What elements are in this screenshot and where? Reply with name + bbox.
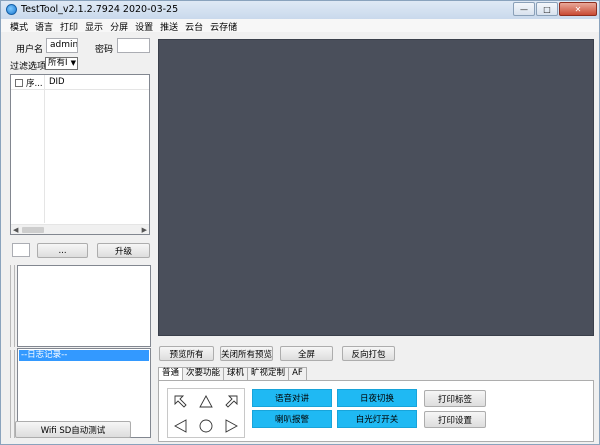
log-output-area[interactable] bbox=[17, 265, 151, 347]
horizontal-scrollbar[interactable]: ◀ ▶ bbox=[11, 224, 149, 234]
device-list-header: 序... DID bbox=[11, 75, 149, 90]
ptz-direction-pad bbox=[167, 388, 245, 438]
day-night-switch-button[interactable]: 日夜切换 bbox=[337, 389, 417, 407]
function-tabs: 普通 次要功能 球机 旷视定制 AF bbox=[158, 367, 307, 381]
arrow-right-icon[interactable] bbox=[220, 416, 242, 436]
menu-language[interactable]: 语言 bbox=[32, 19, 56, 33]
chevron-down-icon: ▼ bbox=[70, 59, 76, 67]
speaker-alarm-button[interactable]: 喇叭报警 bbox=[252, 410, 332, 428]
arrow-up-right-icon[interactable] bbox=[220, 392, 242, 412]
close-all-preview-button[interactable]: 关闭所有预览 bbox=[220, 346, 273, 361]
tab-secondary[interactable]: 次要功能 bbox=[182, 367, 225, 380]
password-label: 密码 bbox=[95, 45, 114, 55]
device-list[interactable]: 序... DID ◀ ▶ bbox=[10, 74, 150, 235]
tab-megvii-custom[interactable]: 旷视定制 bbox=[247, 367, 290, 380]
column-divider bbox=[44, 75, 45, 223]
reverse-pack-button[interactable]: 反向打包 bbox=[342, 346, 395, 361]
menu-print[interactable]: 打印 bbox=[57, 19, 81, 33]
tab-normal[interactable]: 普通 bbox=[158, 367, 184, 381]
column-header-did[interactable]: DID bbox=[49, 77, 65, 87]
username-input[interactable]: admin bbox=[46, 38, 78, 53]
circle-center-icon[interactable] bbox=[195, 416, 217, 436]
preview-all-button[interactable]: 预览所有 bbox=[159, 346, 214, 361]
app-window: TestTool_v2.1.2.7924 2020-03-25 — □ ✕ 模式… bbox=[0, 0, 600, 445]
list-item[interactable]: --日志记录-- bbox=[19, 350, 149, 361]
minimize-button[interactable]: — bbox=[513, 2, 535, 16]
print-label-button[interactable]: 打印标签 bbox=[424, 390, 486, 407]
maximize-button[interactable]: □ bbox=[536, 2, 558, 16]
password-input[interactable] bbox=[117, 38, 150, 53]
arrow-left-icon[interactable] bbox=[170, 416, 192, 436]
arrow-up-icon[interactable] bbox=[195, 392, 217, 412]
menu-push[interactable]: 推送 bbox=[157, 19, 181, 33]
menu-bar: 模式 语言 打印 显示 分屏 设置 推送 云台 云存储 bbox=[1, 19, 599, 33]
voice-intercom-button[interactable]: 语音对讲 bbox=[252, 389, 332, 407]
select-all-checkbox[interactable] bbox=[15, 79, 23, 87]
window-controls: — □ ✕ bbox=[512, 2, 597, 16]
scrollbar-thumb[interactable] bbox=[22, 227, 44, 233]
white-light-toggle-button[interactable]: 白光灯开关 bbox=[337, 410, 417, 428]
tab-dome[interactable]: 球机 bbox=[223, 367, 249, 380]
arrow-up-left-icon[interactable] bbox=[170, 392, 192, 412]
firmware-path-input[interactable] bbox=[12, 243, 30, 257]
scroll-right-icon[interactable]: ▶ bbox=[142, 226, 147, 234]
menu-split-screen[interactable]: 分屏 bbox=[107, 19, 131, 33]
menu-ptz[interactable]: 云台 bbox=[182, 19, 206, 33]
scroll-left-icon[interactable]: ◀ bbox=[13, 226, 18, 234]
app-icon bbox=[6, 4, 17, 15]
menu-mode[interactable]: 模式 bbox=[7, 19, 31, 33]
menu-settings[interactable]: 设置 bbox=[132, 19, 156, 33]
title-bar[interactable]: TestTool_v2.1.2.7924 2020-03-25 — □ ✕ bbox=[1, 1, 599, 19]
wifi-sd-auto-test-button[interactable]: Wifi SD自动测试 bbox=[15, 421, 131, 438]
window-title: TestTool_v2.1.2.7924 2020-03-25 bbox=[21, 4, 179, 15]
filter-selected-value: 所有I bbox=[48, 58, 68, 68]
filter-select[interactable]: 所有I ▼ bbox=[45, 57, 78, 70]
browse-button[interactable]: ... bbox=[37, 243, 88, 258]
splitter-handle[interactable] bbox=[10, 265, 15, 347]
upgrade-button[interactable]: 升级 bbox=[97, 243, 150, 258]
video-preview-panel[interactable] bbox=[158, 39, 594, 336]
menu-cloud-storage[interactable]: 云存储 bbox=[207, 19, 240, 33]
column-header-seq[interactable]: 序... bbox=[26, 77, 43, 89]
tab-af[interactable]: AF bbox=[288, 367, 307, 380]
fullscreen-button[interactable]: 全屏 bbox=[280, 346, 333, 361]
print-settings-button[interactable]: 打印设置 bbox=[424, 411, 486, 428]
menu-display[interactable]: 显示 bbox=[82, 19, 106, 33]
close-button[interactable]: ✕ bbox=[559, 2, 597, 16]
filter-label: 过滤选项 bbox=[10, 62, 47, 72]
username-label: 用户名 bbox=[16, 45, 44, 55]
